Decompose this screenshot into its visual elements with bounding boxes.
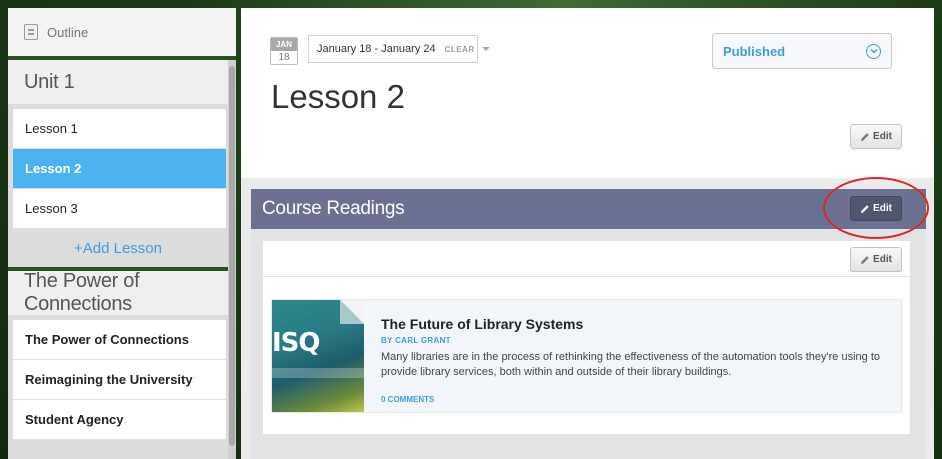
lesson-item[interactable]: Reimagining the University <box>13 360 226 400</box>
unit-title[interactable]: Unit 1 <box>8 60 228 104</box>
reading-details: The Future of Library Systems BY CARL GR… <box>381 316 891 380</box>
readings-list-panel: Edit ISQ The Future of Library Systems B… <box>263 241 910 434</box>
date-range-value: January 18 - January 24 <box>317 43 436 55</box>
course-readings-title: Course Readings <box>262 198 405 219</box>
lesson-title: Lesson 2 <box>271 78 405 115</box>
add-lesson-button[interactable]: +Add Lesson <box>8 229 228 267</box>
reading-comments-link[interactable]: 0 COMMENTS <box>381 395 434 404</box>
cover-band <box>272 368 364 378</box>
readings-toolbar: Edit <box>263 241 910 277</box>
calendar-day: 18 <box>278 52 290 63</box>
unit-lessons: The Power of Connections Reimagining the… <box>8 315 228 440</box>
unit-lessons: Lesson 1 Lesson 2 Lesson 3 <box>8 104 228 229</box>
lesson-item[interactable]: Lesson 1 <box>13 109 226 149</box>
chevron-down-circle-icon <box>866 43 881 59</box>
reading-description: Many libraries are in the process of ret… <box>381 351 881 378</box>
publish-status-select[interactable]: Published <box>712 33 892 69</box>
edit-label: Edit <box>873 131 892 142</box>
course-readings-header: Course Readings Edit <box>251 189 926 229</box>
edit-reading-list-button[interactable]: Edit <box>850 247 902 272</box>
unit-section: Unit 1 Lesson 1 Lesson 2 Lesson 3 +Add L… <box>8 60 228 267</box>
pencil-icon <box>861 204 869 213</box>
lesson-item[interactable]: Lesson 3 <box>13 189 226 229</box>
pencil-icon <box>861 255 869 264</box>
lesson-item[interactable]: Student Agency <box>13 400 226 440</box>
calendar-icon[interactable]: JAN 18 <box>270 37 298 65</box>
lesson-header: JAN 18 January 18 - January 24 CLEAR Pub… <box>241 8 934 178</box>
outline-icon <box>24 24 38 40</box>
sidebar-scrollbar[interactable] <box>228 60 236 459</box>
publish-status-value: Published <box>723 43 786 59</box>
edit-label: Edit <box>873 254 892 265</box>
sidebar-scroll-area: Unit 1 Lesson 1 Lesson 2 Lesson 3 +Add L… <box>8 60 228 459</box>
edit-label: Edit <box>873 203 892 214</box>
cover-title: ISQ <box>272 328 321 358</box>
clear-date-button[interactable]: CLEAR <box>445 45 475 54</box>
edit-readings-button[interactable]: Edit <box>850 196 902 221</box>
outline-header[interactable]: Outline <box>8 8 236 60</box>
edit-lesson-button[interactable]: Edit <box>850 124 902 149</box>
lesson-item-active[interactable]: Lesson 2 <box>13 149 226 189</box>
lesson-item[interactable]: The Power of Connections <box>13 320 226 360</box>
outline-label: Outline <box>47 24 89 40</box>
page-curl <box>340 300 364 324</box>
unit-section: The Power of Connections The Power of Co… <box>8 270 228 440</box>
outline-sidebar: Outline Unit 1 Lesson 1 Lesson 2 Lesson … <box>8 8 236 459</box>
reading-card[interactable]: ISQ The Future of Library Systems BY CAR… <box>271 299 902 413</box>
lesson-main-panel: JAN 18 January 18 - January 24 CLEAR Pub… <box>241 8 934 459</box>
scrollbar-thumb[interactable] <box>229 66 235 446</box>
unit-title[interactable]: The Power of Connections <box>8 270 228 315</box>
course-readings-body: Edit ISQ The Future of Library Systems B… <box>251 229 926 459</box>
pencil-icon <box>861 132 869 141</box>
calendar-month: JAN <box>271 38 297 51</box>
reading-title[interactable]: The Future of Library Systems <box>381 316 891 332</box>
journal-cover-image[interactable]: ISQ <box>272 300 364 412</box>
chevron-down-icon[interactable] <box>482 47 490 51</box>
reading-author[interactable]: BY CARL GRANT <box>381 336 891 345</box>
date-range-field[interactable]: January 18 - January 24 CLEAR <box>308 35 478 63</box>
